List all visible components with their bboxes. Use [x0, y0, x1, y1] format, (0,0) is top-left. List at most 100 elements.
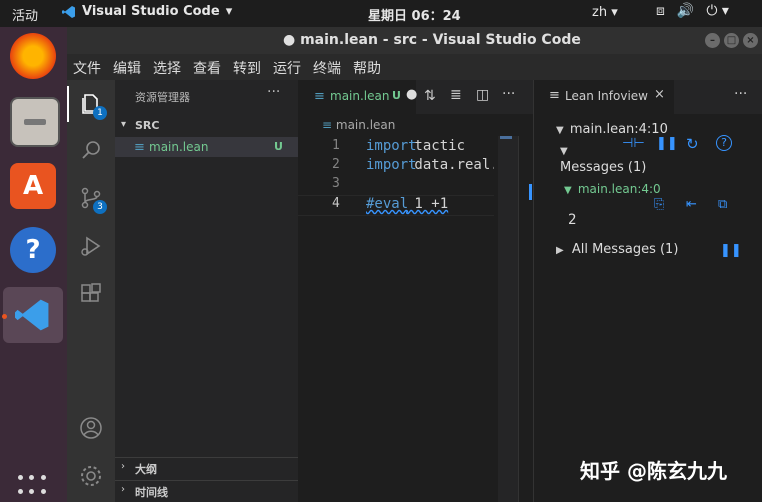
dock: A ? [0, 27, 67, 502]
more-actions-icon[interactable]: ··· [734, 86, 747, 102]
system-topbar: 活动 Visual Studio Code ▾ 星期日 06：24 zh ▾ ⧈… [0, 0, 762, 27]
infoview-toggle-icon[interactable]: ≣ [450, 87, 462, 103]
messages-header[interactable]: Messages (1) [560, 160, 646, 175]
code-line: 1 import tactic [332, 138, 466, 154]
run-debug-icon[interactable] [79, 234, 103, 258]
network-icon: ⧈ [656, 3, 665, 19]
maximize-button[interactable]: □ [724, 33, 739, 48]
chevron-down-icon: ▼ [556, 125, 564, 136]
menu-selection[interactable]: 选择 [147, 54, 187, 80]
tab-lean-infoview[interactable]: ≡ Lean Infoview × [534, 80, 674, 114]
help-icon[interactable]: ? [716, 135, 732, 151]
minimize-button[interactable]: – [705, 33, 720, 48]
position-header[interactable]: ▼ main.lean:4:10 [556, 122, 668, 137]
code-line: 2 import data.real.bas [332, 157, 494, 173]
app-name: Visual Studio Code [82, 4, 220, 19]
pause-icon[interactable]: ❚❚ [720, 243, 742, 258]
more-actions-icon[interactable]: ··· [267, 84, 280, 100]
chevron-down-icon: ▾ [121, 119, 127, 130]
watermark: 知乎 @陈玄九九 [580, 459, 727, 483]
position-label: main.lean:4:10 [569, 122, 668, 137]
extensions-icon[interactable] [79, 282, 103, 306]
activity-bar: 1 3 [67, 80, 115, 502]
timeline-label: 时间线 [135, 486, 168, 499]
folder-name: SRC [135, 119, 160, 132]
power-icon: ⏻ ▾ [706, 3, 729, 19]
clock[interactable]: 星期日 06：24 [368, 5, 461, 24]
message-header[interactable]: ▼ main.lean:4:0 [564, 182, 661, 197]
timeline-section[interactable]: › 时间线 [115, 480, 298, 501]
message-value: 2 [568, 212, 577, 228]
breadcrumb[interactable]: ≡ main.lean [322, 118, 395, 132]
system-tray[interactable]: ⧈ 🔊 ⏻ ▾ [656, 3, 729, 19]
minimap[interactable] [498, 136, 518, 502]
chevron-right-icon: › [121, 461, 125, 472]
split-editor-icon[interactable]: ◫ [476, 87, 489, 103]
menu-edit[interactable]: 编辑 [107, 54, 147, 80]
file-name: main.lean [149, 140, 209, 154]
pin-icon[interactable]: ⊣⊢ [622, 136, 645, 151]
refresh-icon[interactable]: ↻ [686, 135, 699, 153]
help-icon[interactable]: ? [10, 227, 56, 273]
file-item-main-lean[interactable]: ≡ main.lean U [115, 137, 298, 157]
outline-section[interactable]: › 大纲 [115, 457, 298, 478]
menu-bar: 文件 编辑 选择 查看 转到 运行 终端 帮助 [67, 54, 762, 80]
window-titlebar: ● main.lean - src - Visual Studio Code –… [67, 27, 762, 54]
all-messages-header[interactable]: ▶ All Messages (1) [556, 242, 678, 257]
copy-clipboard-icon[interactable]: ⧉ [718, 197, 727, 212]
scm-badge: 3 [93, 200, 107, 214]
infoview-tabbar: ≡ Lean Infoview × ··· [534, 80, 762, 114]
tab-main-lean[interactable]: ≡ main.lean U ● [298, 80, 417, 114]
account-icon[interactable] [79, 416, 103, 440]
lean-infoview-panel: ≡ Lean Infoview × ··· ▼ main.lean:4:10 ⊣… [533, 80, 762, 502]
editor-group: ≡ main.lean U ● ⇅ ≣ ◫ ··· ≡ main.lean 1 … [298, 80, 533, 502]
close-button[interactable]: × [743, 33, 758, 48]
file-lines-icon: ≡ [134, 140, 145, 155]
sidebar-title: 资源管理器 [135, 91, 190, 104]
volume-icon: 🔊 [676, 3, 695, 19]
tab-status: U [392, 89, 401, 102]
copy-to-comment-icon[interactable]: ⎘ [654, 197, 664, 212]
folder-header[interactable]: ▾ SRC [115, 116, 298, 136]
code-line-current: 4 #eval 1 +1 [298, 195, 494, 216]
file-lines-icon: ≡ [314, 89, 325, 104]
tab-label: main.lean [330, 89, 390, 103]
window-title: ● main.lean - src - Visual Studio Code [283, 32, 581, 48]
outline-label: 大纲 [135, 463, 157, 476]
activities-button[interactable]: 活动 [12, 5, 38, 24]
vscode-dock-icon[interactable] [3, 287, 63, 343]
firefox-icon[interactable] [10, 33, 56, 79]
show-apps-icon[interactable] [18, 475, 48, 499]
search-icon[interactable] [79, 138, 103, 162]
pause-icon[interactable]: ❚❚ [656, 136, 678, 151]
active-indicator [67, 86, 69, 122]
running-indicator [2, 314, 7, 319]
menu-help[interactable]: 帮助 [347, 54, 387, 80]
code-line: 3 [332, 176, 340, 191]
goto-location-icon[interactable]: ⇤ [686, 197, 697, 212]
menu-file[interactable]: 文件 [67, 54, 107, 80]
files-icon[interactable] [10, 97, 60, 147]
file-lines-icon: ≡ [322, 118, 333, 132]
compare-icon[interactable]: ⇅ [424, 88, 436, 104]
chevron-right-icon: › [121, 484, 125, 495]
file-status: U [274, 140, 283, 153]
message-location: main.lean:4:0 [577, 182, 661, 196]
menu-go[interactable]: 转到 [227, 54, 267, 80]
software-center-icon[interactable]: A [10, 163, 56, 209]
menu-view[interactable]: 查看 [187, 54, 227, 80]
explorer-badge: 1 [93, 106, 107, 120]
gear-icon[interactable] [79, 464, 103, 488]
chevron-down-icon: ▼ [560, 146, 568, 157]
more-actions-icon[interactable]: ··· [502, 86, 515, 102]
chevron-right-icon: ▶ [556, 245, 564, 256]
app-menu[interactable]: Visual Studio Code ▾ [62, 4, 232, 19]
chevron-down-icon: ▾ [225, 4, 233, 19]
all-messages-label: All Messages (1) [571, 242, 679, 257]
vertical-scrollbar[interactable] [518, 136, 533, 502]
unsaved-dot-icon[interactable]: ● [406, 87, 417, 102]
menu-run[interactable]: 运行 [267, 54, 307, 80]
input-method[interactable]: zh ▾ [592, 5, 618, 20]
menu-terminal[interactable]: 终端 [307, 54, 347, 80]
close-icon[interactable]: × [654, 87, 665, 102]
